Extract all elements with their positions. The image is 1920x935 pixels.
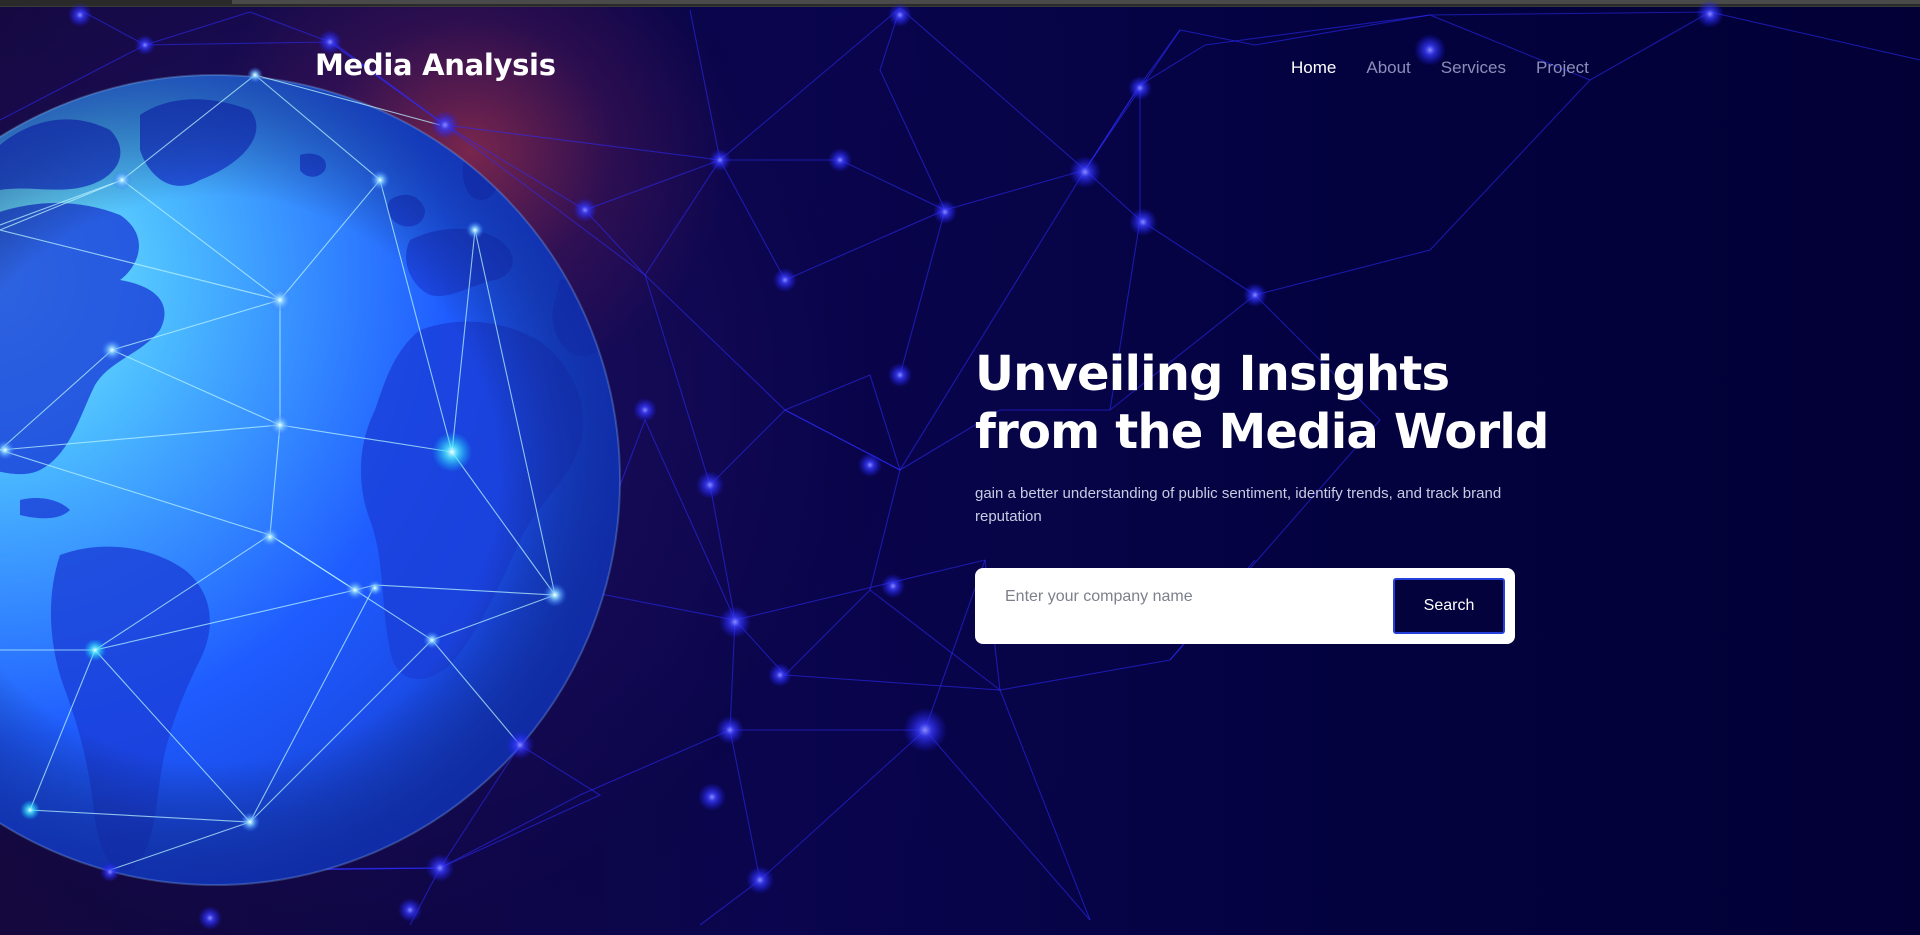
search-button[interactable]: Search bbox=[1393, 578, 1505, 634]
globe-illustration bbox=[0, 74, 621, 886]
nav-link-about[interactable]: About bbox=[1366, 58, 1410, 78]
hero-subtitle: gain a better understanding of public se… bbox=[975, 485, 1502, 525]
nav-link-project[interactable]: Project bbox=[1536, 58, 1589, 78]
company-search-form: Search bbox=[975, 568, 1515, 644]
nav-link-services[interactable]: Services bbox=[1441, 58, 1506, 78]
hero-title: Unveiling Insights from the Media World bbox=[975, 345, 1549, 461]
main-nav: Home About Services Project bbox=[1291, 58, 1589, 78]
hero-section: Unveiling Insights from the Media World … bbox=[975, 345, 1549, 525]
brand-logo[interactable]: Media Analysis bbox=[315, 48, 556, 82]
landing-page: Media Analysis Home About Services Proje… bbox=[0, 0, 1920, 935]
hero-title-line-1: Unveiling Insights bbox=[975, 346, 1450, 402]
hero-title-line-2: from the Media World bbox=[975, 404, 1549, 460]
nav-link-home[interactable]: Home bbox=[1291, 58, 1336, 78]
network-background bbox=[0, 0, 1920, 930]
company-name-input[interactable] bbox=[993, 582, 1353, 612]
